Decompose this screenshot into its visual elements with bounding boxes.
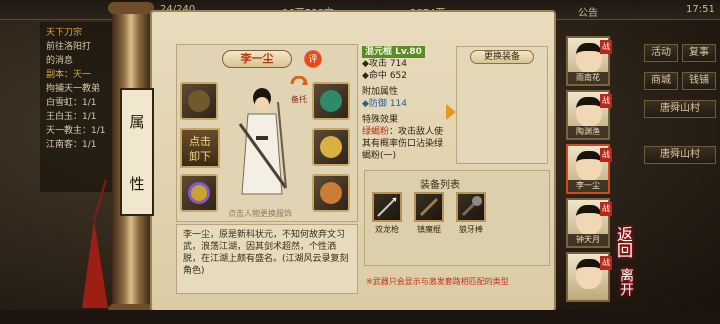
- quest-log[interactable]: 天下刀宗 前往洛阳打 的消息 副本：天一 拘捕天一教弟 白雪虹：1/1 王白玉：…: [40, 22, 122, 192]
- party-member-name: 陶渊渔: [568, 126, 608, 138]
- avatar: [576, 151, 602, 181]
- battle-flag: 战: [600, 148, 612, 162]
- battle-flag: 战: [600, 40, 612, 54]
- party-member-4[interactable]: 战 钟天月: [566, 198, 612, 248]
- recharge-button[interactable]: 复事: [682, 44, 716, 62]
- scroll-cap-top: [108, 2, 154, 14]
- quest-log-line: 副本：天一: [46, 70, 92, 80]
- evaluate-button[interactable]: 评: [304, 50, 322, 68]
- party-member-1[interactable]: 战 雨南花: [566, 36, 612, 86]
- battle-flag: 战: [600, 202, 612, 216]
- spear-icon: [377, 197, 397, 217]
- bottom-bar: [0, 310, 720, 324]
- party-member-name: 雨南花: [568, 72, 608, 84]
- special-name: 绿蝎粉: [362, 127, 390, 137]
- attack-label: 攻击: [368, 59, 387, 69]
- leave-button[interactable]: 离开: [616, 268, 640, 308]
- ring-icon: [188, 182, 210, 204]
- quest-log-line: 的消息: [46, 56, 74, 66]
- activity-button[interactable]: 活动: [644, 44, 678, 62]
- location-label-2[interactable]: 唐舜山村: [644, 146, 716, 164]
- hero-portrait[interactable]: [226, 84, 298, 202]
- item-stats: 混元棍 Lv.80 ◆攻击 714 ◆命中 652 附加属性 ◆防御 114 特…: [362, 46, 450, 166]
- hit-label: 命中: [368, 71, 387, 81]
- weapon-type-note: ※武器只会显示与激发套路相匹配的类型: [366, 277, 509, 286]
- gloves-icon: [188, 90, 210, 112]
- change-equip-title: 更换装备: [470, 50, 534, 64]
- leave-label: 离开: [618, 268, 634, 296]
- announce-button[interactable]: 公告: [578, 4, 598, 19]
- clock: 17:51: [686, 4, 715, 15]
- equip-list-title: 装备列表: [420, 180, 460, 191]
- equip-item-name: 双龙枪: [375, 225, 399, 234]
- defense-diamond-icon: ◆: [362, 99, 369, 109]
- tab-char-2: 性: [129, 174, 145, 193]
- staff-icon: [419, 197, 439, 217]
- equip-item-name: 狼牙棒: [459, 225, 483, 234]
- slot-helmet[interactable]: [312, 82, 350, 120]
- avatar: [576, 205, 602, 235]
- slot-ring[interactable]: [180, 174, 218, 212]
- mall-button[interactable]: 商城: [644, 72, 678, 90]
- arrow-right-icon: [446, 104, 456, 120]
- defense-value: 114: [389, 99, 407, 109]
- tab-attributes[interactable]: 属 性: [120, 88, 154, 216]
- slot-armor[interactable]: [312, 128, 350, 166]
- back-label: 返回: [614, 226, 633, 258]
- party-member-name: 李一尘: [568, 180, 608, 192]
- avatar: [576, 43, 602, 73]
- equip-item-name: 镇魔棍: [417, 225, 441, 234]
- attack-value: 714: [389, 59, 407, 69]
- avatar: [576, 259, 602, 289]
- extra-title: 附加属性: [362, 87, 399, 97]
- hit-value: 652: [389, 71, 407, 81]
- shop-button[interactable]: 钱铺: [682, 72, 716, 90]
- character-name: 李一尘: [222, 50, 292, 68]
- character-description: 李一尘，原是新科状元，不知何故弃文习武，浪荡江湖，因其剑术超然，个性洒脱，在江湖…: [176, 224, 358, 294]
- quest-log-line: 天一教主：1/1: [46, 126, 106, 136]
- avatar: [576, 97, 602, 127]
- quest-log-line: 王白玉：1/1: [46, 112, 97, 122]
- quest-log-line: 前往洛阳打: [46, 42, 92, 52]
- quest-log-line: 拘捕天一教弟: [46, 84, 101, 94]
- tab-char-1: 属: [129, 112, 145, 131]
- unequip-label: 点击 卸下: [189, 135, 211, 163]
- battle-flag: 战: [600, 94, 612, 108]
- robe-icon: [320, 136, 342, 158]
- club-icon: [461, 196, 482, 217]
- defense-label: 防御: [368, 99, 387, 109]
- party-member-3[interactable]: 战 李一尘: [566, 144, 612, 194]
- pouch-icon: [320, 182, 342, 204]
- equip-item-wolf-fang-club[interactable]: [456, 192, 486, 222]
- attack-diamond-icon: ◆: [362, 59, 369, 69]
- party-member-5[interactable]: 战: [566, 252, 612, 302]
- quest-log-line: 天下刀宗: [46, 28, 83, 38]
- special-title: 特殊效果: [362, 115, 399, 125]
- equip-item-demon-staff[interactable]: [414, 192, 444, 222]
- location-label[interactable]: 唐舜山村: [644, 100, 716, 118]
- tassel-decoration: [82, 180, 108, 308]
- battle-flag: 战: [600, 256, 612, 270]
- party-member-name: 钟天月: [568, 234, 608, 246]
- change-outfit-hint: 点击人物更换服饰: [228, 209, 292, 218]
- item-title: 混元棍 Lv.80: [362, 46, 425, 58]
- quest-log-line: 白雪虹：1/1: [46, 98, 97, 108]
- hit-diamond-icon: ◆: [362, 71, 369, 81]
- slot-gloves[interactable]: [180, 82, 218, 120]
- party-member-2[interactable]: 战 陶渊渔: [566, 90, 612, 140]
- unequip-button[interactable]: 点击 卸下: [180, 128, 220, 168]
- slot-accessory[interactable]: [312, 174, 350, 212]
- helmet-icon: [320, 90, 342, 112]
- equip-item-double-dragon-spear[interactable]: [372, 192, 402, 222]
- quest-log-line: 江南客：1/1: [46, 140, 97, 150]
